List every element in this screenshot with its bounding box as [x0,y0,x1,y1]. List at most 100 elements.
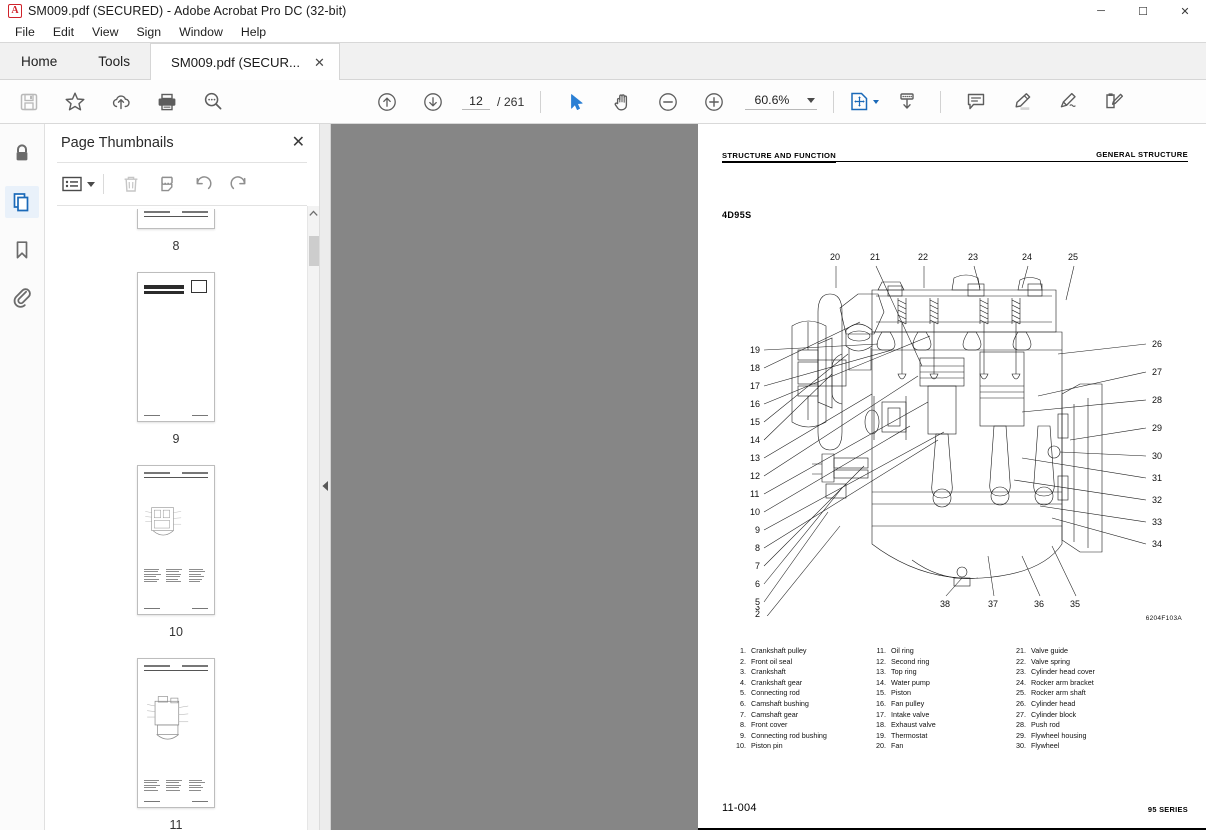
maximize-button[interactable]: ☐ [1122,0,1164,22]
close-window-button[interactable]: ✕ [1164,0,1206,22]
navigation-rail [0,124,45,830]
svg-text:20: 20 [830,252,840,262]
panel-splitter[interactable] [320,124,331,830]
toolbar-divider-3 [940,90,942,113]
tab-document[interactable]: SM009.pdf (SECUR... ✕ [150,43,340,80]
previous-page-button[interactable] [364,81,410,123]
thumbnail-diagram-icon [147,695,189,740]
legend-text: Piston pin [751,741,783,751]
options-chevron-icon [87,181,95,187]
legend-number: 29. [1016,730,1026,740]
sidebar-item-bookmarks[interactable] [5,234,39,266]
legend-text: Connecting rod [751,688,800,698]
view-tools-group: 60.6% [553,81,818,123]
legend-text: Oil ring [891,646,914,655]
tab-home[interactable]: Home [0,43,79,79]
legend-item: 11. Oil ring [874,646,1014,657]
zoom-in-button[interactable] [691,81,737,123]
scrollbar-thumb[interactable] [309,236,319,266]
find-button[interactable] [190,81,236,123]
engine-cutaway-figure: 191817 161514 131211 1098 765 4 202122 2… [722,226,1188,625]
file-tools-group [6,81,236,123]
list-item[interactable]: 9 [134,269,218,462]
svg-text:8: 8 [755,543,760,553]
save-to-cloud-button[interactable] [98,81,144,123]
tab-close-icon[interactable]: ✕ [314,56,325,69]
thumbnails-panel-title: Page Thumbnails [61,135,174,151]
hand-tool-button[interactable] [599,81,645,123]
menu-window[interactable]: Window [170,23,232,41]
add-comment-button[interactable] [953,81,999,123]
legend-number: 30. [1016,741,1026,751]
save-button[interactable] [6,81,52,123]
thumbnail-options-button[interactable] [57,175,95,193]
sidebar-item-security[interactable] [5,138,39,170]
zoom-out-button[interactable] [645,81,691,123]
legend-item: 29. Flywheel housing [1014,731,1154,742]
thumbnails-list[interactable]: 8 9 10 11 [45,206,319,830]
legend-text: Cylinder block [1031,709,1077,719]
legend-item: 12. Second ring [874,657,1014,668]
rotate-counterclockwise-button[interactable] [186,169,220,199]
scroll-up-arrow-icon[interactable] [308,206,319,220]
download-button[interactable] [884,81,930,123]
draw-free-form-button[interactable] [1045,81,1091,123]
menu-help[interactable]: Help [232,23,275,41]
sidebar-item-page-thumbnails[interactable] [5,186,39,218]
legend-text: Rocker arm bracket [1031,677,1094,687]
thumbnails-scrollbar[interactable] [307,206,319,830]
delete-pages-button[interactable] [114,169,148,199]
title-bar: A SM009.pdf (SECURED) - Adobe Acrobat Pr… [0,0,1206,22]
page-number-input[interactable]: 12 [462,94,490,110]
bookmark-icon [16,241,28,259]
legend-text: Push rod [1031,720,1060,730]
close-panel-icon[interactable]: ✕ [292,135,305,151]
list-item[interactable]: 10 [134,462,218,655]
acrobat-logo-icon: A [8,4,22,18]
legend-column-1: 1. Crankshaft pulley 2. Front oil seal 3. C… [734,646,874,752]
extract-pages-button[interactable] [150,169,184,199]
zoom-level-selector[interactable]: 60.6% [745,93,818,110]
legend-number: 3. [740,667,746,677]
legend-number: 12. [876,656,886,666]
sidebar-item-attachments[interactable] [5,282,39,314]
legend-item: 9. Connecting rod bushing [734,731,874,742]
favorite-button[interactable] [52,81,98,123]
print-button[interactable] [144,81,190,123]
menu-view[interactable]: View [83,23,127,41]
list-item[interactable]: 8 [134,206,218,269]
menu-sign[interactable]: Sign [127,23,170,41]
acrobat-logo-letter: A [11,5,19,16]
legend-number: 25. [1016,688,1026,698]
navigation-group: 12 / 261 [364,81,524,123]
next-page-button[interactable] [410,81,456,123]
svg-text:30: 30 [1152,451,1162,461]
legend-item: 8. Front cover [734,720,874,731]
tab-tools[interactable]: Tools [78,43,150,79]
cursor-arrow-icon [571,93,583,110]
page-thumbnail-image [137,209,215,229]
list-options-icon [62,176,82,192]
legend-item: 19. Thermostat [874,731,1014,742]
document-canvas[interactable]: STRUCTURE AND FUNCTION GENERAL STRUCTURE… [331,124,1206,830]
highlight-text-button[interactable] [999,81,1045,123]
rotate-clockwise-button[interactable] [222,169,256,199]
document-header: STRUCTURE AND FUNCTION GENERAL STRUCTURE [722,150,1188,163]
legend-number: 10. [736,741,746,751]
legend-text: Piston [891,688,911,698]
legend-number: 27. [1016,709,1026,719]
svg-text:9: 9 [755,525,760,535]
minimize-button[interactable]: ─ [1080,0,1122,22]
menu-edit[interactable]: Edit [44,23,83,41]
svg-text:12: 12 [750,471,760,481]
fit-page-button[interactable] [844,81,884,123]
legend-number: 21. [1016,646,1026,655]
select-tool-button[interactable] [553,81,599,123]
menu-file[interactable]: File [6,23,44,41]
collapse-panel-handle[interactable] [321,479,330,493]
list-item[interactable]: 11 [134,655,218,830]
svg-text:25: 25 [1068,252,1078,262]
fill-and-sign-button[interactable] [1091,81,1137,123]
zoom-level-value: 60.6% [754,93,790,107]
page-thumbnail-image [137,465,215,615]
